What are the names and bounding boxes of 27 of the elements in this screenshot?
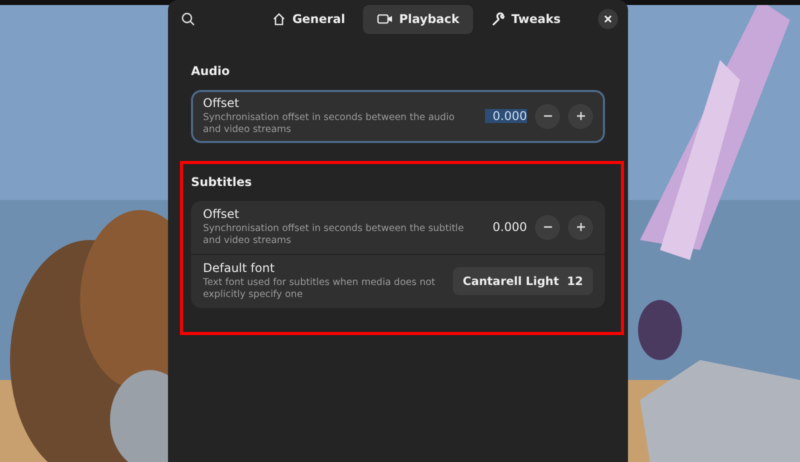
settings-row[interactable]: Offset Synchronisation offset in seconds between the audio and video streams 0.000 xyxy=(191,90,605,143)
section-heading: Subtitles xyxy=(191,175,253,189)
row-title: Offset xyxy=(203,96,240,110)
plus-icon xyxy=(576,222,586,232)
section-heading: Audio xyxy=(191,64,231,78)
tab[interactable]: Playback xyxy=(363,4,474,34)
row-description: Synchronisation offset in seconds between the subtitle and video streams xyxy=(203,223,465,247)
value-field[interactable]: 0.000 xyxy=(485,109,527,123)
wrench-icon xyxy=(491,12,506,26)
video-camera-icon xyxy=(377,13,394,25)
row-title: Offset xyxy=(203,207,240,221)
house-icon xyxy=(272,12,286,26)
plus-button[interactable] xyxy=(568,104,593,128)
row-description: Synchronisation offset in seconds between the audio and video streams xyxy=(203,112,456,136)
font-button[interactable]: Cantarell Light 12 xyxy=(452,267,593,295)
close-button[interactable] xyxy=(598,9,618,29)
tab[interactable]: Tweaks xyxy=(477,4,575,34)
search-icon[interactable] xyxy=(181,12,195,26)
minus-button[interactable] xyxy=(535,214,560,240)
row-description: Text font used for subtitles when media does not explicitly specify one xyxy=(203,277,436,301)
value-field[interactable]: 0.000 xyxy=(485,220,527,234)
row-title: Default font xyxy=(203,261,276,275)
plus-button[interactable] xyxy=(568,214,593,240)
close-icon xyxy=(603,14,613,24)
tab[interactable]: General xyxy=(258,4,360,34)
plus-icon xyxy=(576,111,586,121)
minus-button[interactable] xyxy=(535,104,560,128)
